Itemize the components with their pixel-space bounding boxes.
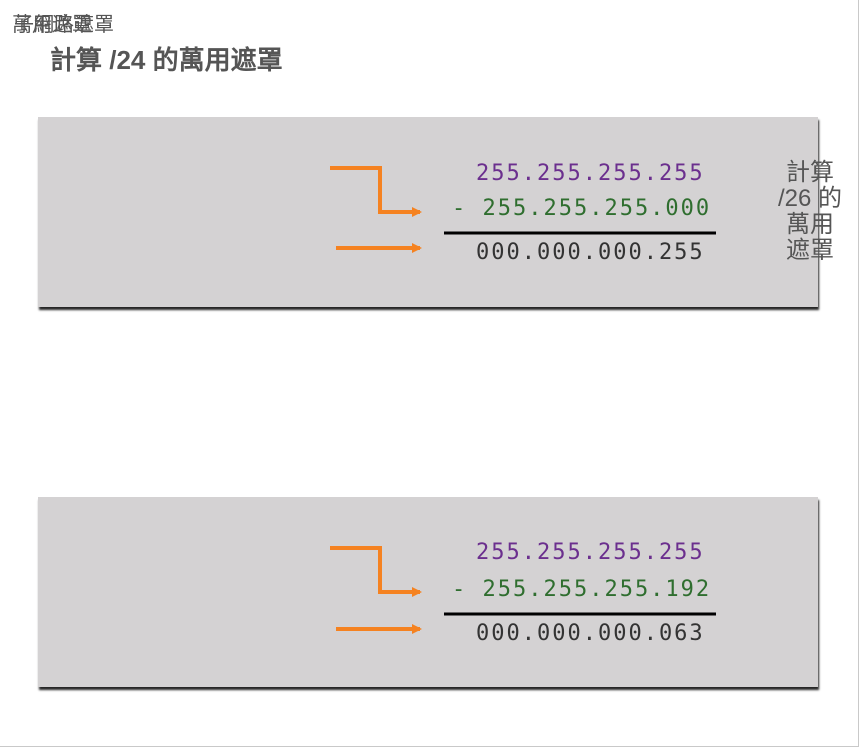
- overlap-title-text-2: 子網路遮罩: [14, 14, 114, 36]
- subnet-mask-value: - 255.255.255.000: [452, 196, 712, 221]
- calculation-panel-24: 255.255.255.255 - 255.255.255.000 000.00…: [38, 117, 818, 307]
- all-ones-address: 255.255.255.255: [476, 540, 705, 565]
- side-caption-line-4: 遮罩: [786, 237, 834, 264]
- wildcard-mask-result: 000.000.000.063: [476, 621, 705, 646]
- elbow-arrow: [330, 166, 422, 217]
- elbow-arrow: [330, 546, 422, 597]
- subnet-mask-value: - 255.255.255.192: [452, 577, 712, 602]
- side-caption-line-2: /26 的: [777, 185, 843, 212]
- all-ones-address: 255.255.255.255: [476, 161, 705, 186]
- side-caption-line-1: 計算: [786, 159, 834, 186]
- calculation-panel-26: 255.255.255.255 - 255.255.255.192 000.00…: [38, 497, 818, 687]
- side-caption-line-3: 萬用: [786, 211, 834, 238]
- wildcard-mask-result: 000.000.000.255: [476, 240, 705, 265]
- side-caption-26: 計算 /26 的 萬用 遮罩: [770, 160, 850, 264]
- page-heading: 計算 /24 的萬用遮罩: [50, 45, 283, 75]
